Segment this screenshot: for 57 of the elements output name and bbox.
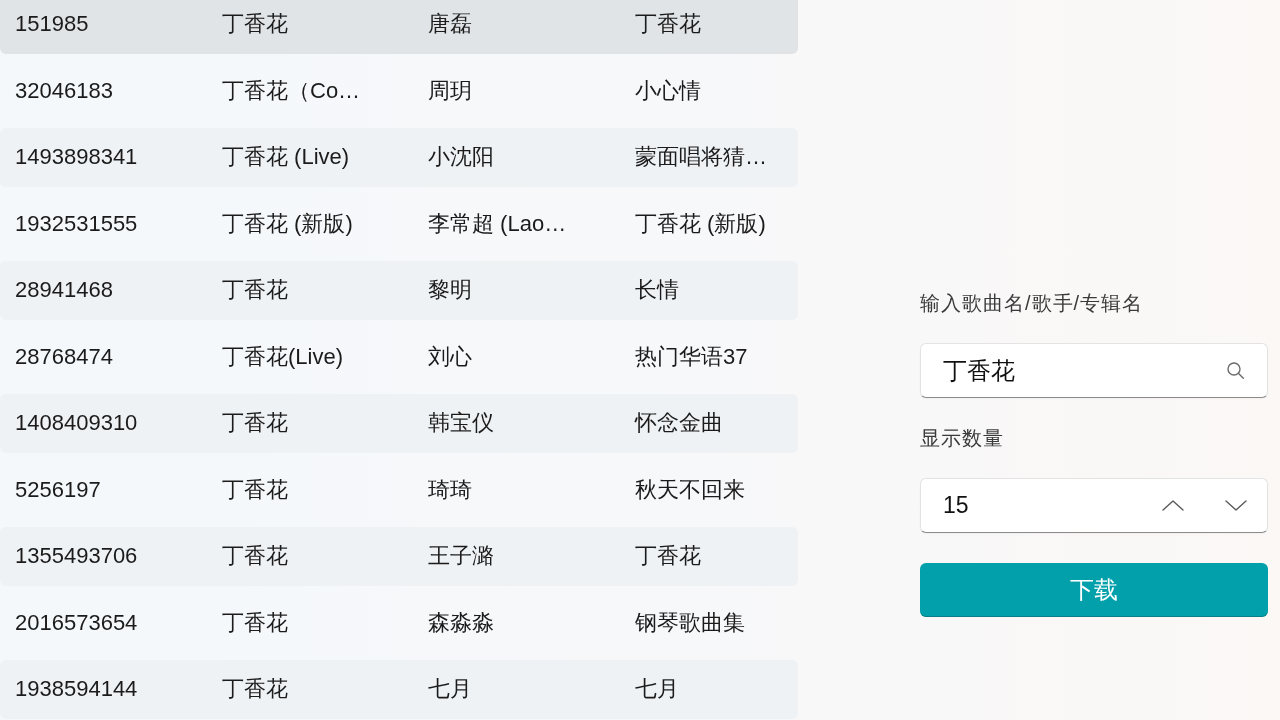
search-icon[interactable] [1227, 362, 1244, 379]
table-cell: 丁香花 [635, 10, 701, 39]
table-cell: 丁香花 [222, 475, 288, 504]
table-cell: 28941468 [15, 276, 113, 305]
table-row[interactable]: 1408409310 丁香花 韩宝仪 怀念金曲 [0, 393, 798, 453]
table-cell: 周玥 [428, 76, 472, 105]
table-cell: 黎明 [428, 276, 472, 305]
table-cell: 小沈阳 [428, 143, 494, 172]
table-cell: 1493898341 [15, 143, 138, 172]
table-cell: 32046183 [15, 76, 113, 105]
table-cell: 李常超 (Lao… [428, 209, 567, 238]
count-label: 显示数量 [920, 426, 1004, 450]
table-cell: 琦琦 [428, 475, 472, 504]
table-cell: 151985 [15, 10, 89, 39]
table-cell: 1355493706 [15, 542, 138, 571]
table-cell: 丁香花 [222, 608, 288, 637]
table-cell: 1932531555 [15, 209, 138, 238]
table-cell: 钢琴歌曲集 [635, 608, 745, 637]
table-cell: 丁香花 [222, 409, 288, 438]
table-cell: 刘心 [428, 342, 472, 371]
table-cell: 1408409310 [15, 409, 138, 438]
table-row[interactable]: 28941468 丁香花 黎明 长情 [0, 260, 798, 320]
table-cell: 丁香花 [635, 542, 701, 571]
table-row[interactable]: 1355493706 丁香花 王子潞 丁香花 [0, 526, 798, 586]
table-cell: 七月 [428, 675, 472, 704]
table-cell: 怀念金曲 [635, 409, 723, 438]
table-cell: 丁香花(Live) [222, 342, 343, 371]
table-cell: 丁香花（Co… [222, 76, 361, 105]
table-cell: 丁香花 (Live) [222, 143, 350, 172]
table-cell: 28768474 [15, 342, 113, 371]
table-cell: 丁香花 [222, 542, 288, 571]
table-cell: 韩宝仪 [428, 409, 494, 438]
table-cell: 森淼淼 [428, 608, 494, 637]
table-cell: 5256197 [15, 475, 101, 504]
table-row[interactable]: 151985 丁香花 唐磊 丁香花 [0, 0, 798, 54]
table-cell: 小心情 [635, 76, 701, 105]
table-cell: 七月 [635, 675, 679, 704]
search-field[interactable]: 丁香花 [920, 343, 1268, 398]
table-cell: 丁香花 [222, 10, 288, 39]
chevron-down-icon [1225, 499, 1247, 511]
table-row[interactable]: 1493898341 丁香花 (Live) 小沈阳 蒙面唱将猜… [0, 127, 798, 187]
table-cell: 秋天不回来 [635, 475, 745, 504]
search-label: 输入歌曲名/歌手/专辑名 [920, 291, 1144, 315]
table-cell: 丁香花 (新版) [635, 209, 766, 238]
table-cell: 蒙面唱将猜… [635, 143, 767, 172]
chevron-up-icon [1162, 499, 1184, 511]
table-row[interactable]: 1938594144 丁香花 七月 七月 [0, 659, 798, 719]
table-cell: 丁香花 (新版) [222, 209, 353, 238]
number-field[interactable]: 15 [920, 478, 1268, 533]
table-cell: 唐磊 [428, 10, 472, 39]
table-cell: 热门华语37 [635, 342, 748, 371]
table-cell: 王子潞 [428, 542, 494, 571]
table-cell: 丁香花 [222, 675, 288, 704]
table-cell: 1938594144 [15, 675, 138, 704]
table-cell: 长情 [635, 276, 679, 305]
table-cell: 丁香花 [222, 276, 288, 305]
table-cell: 2016573654 [15, 608, 138, 637]
